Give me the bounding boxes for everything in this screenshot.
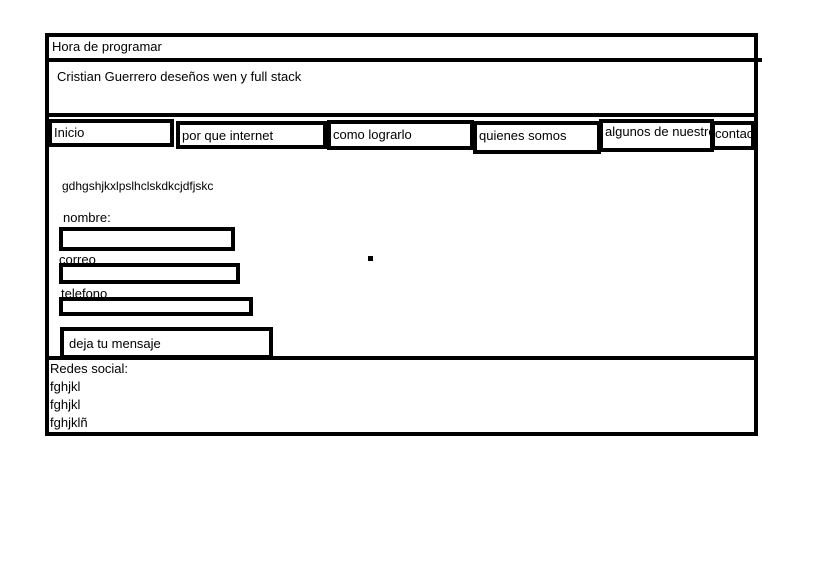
page-title: Hora de programar: [52, 39, 162, 54]
nav-item-label: quienes somos: [479, 128, 567, 143]
nav-item-algunos-de-nuestros[interactable]: algunos de nuestros: [599, 119, 714, 152]
social-link[interactable]: fghjklñ: [50, 415, 88, 431]
nombre-field[interactable]: [59, 227, 235, 251]
nav-item-como-lograrlo[interactable]: como lograrlo: [327, 120, 474, 150]
correo-field[interactable]: [59, 263, 240, 284]
header-divider: [45, 113, 758, 117]
stray-dot: [368, 256, 373, 261]
footer-divider: [45, 356, 758, 360]
nav-item-inicio[interactable]: Inicio: [48, 119, 174, 147]
nav-item-quienes-somos[interactable]: quienes somos: [473, 121, 601, 154]
nav-item-contacto[interactable]: contacto: [711, 121, 755, 150]
nombre-label: nombre:: [63, 210, 111, 225]
title-bar: [45, 58, 762, 62]
nav-item-label: algunos de nuestros: [605, 124, 714, 139]
telefono-field[interactable]: [59, 297, 253, 316]
nav-item-label: por que internet: [182, 128, 274, 143]
nav-item-label: Inicio: [54, 125, 85, 140]
footer-heading: Redes social:: [50, 361, 129, 376]
social-link[interactable]: fghjkl: [50, 379, 80, 395]
social-link[interactable]: fghjkl: [50, 397, 80, 413]
message-button-label: deja tu mensaje: [69, 336, 161, 351]
message-button[interactable]: deja tu mensaje: [60, 327, 273, 359]
nav-item-label: contacto: [715, 126, 754, 141]
nav-item-por-que-internet[interactable]: por que internet: [176, 121, 327, 149]
nav-item-label: como lograrlo: [333, 127, 412, 142]
page-subtitle: Cristian Guerrero deseños wen y full sta…: [57, 69, 302, 84]
intro-text: gdhgshjkxlpslhclskdkcjdfjskc: [62, 179, 214, 193]
